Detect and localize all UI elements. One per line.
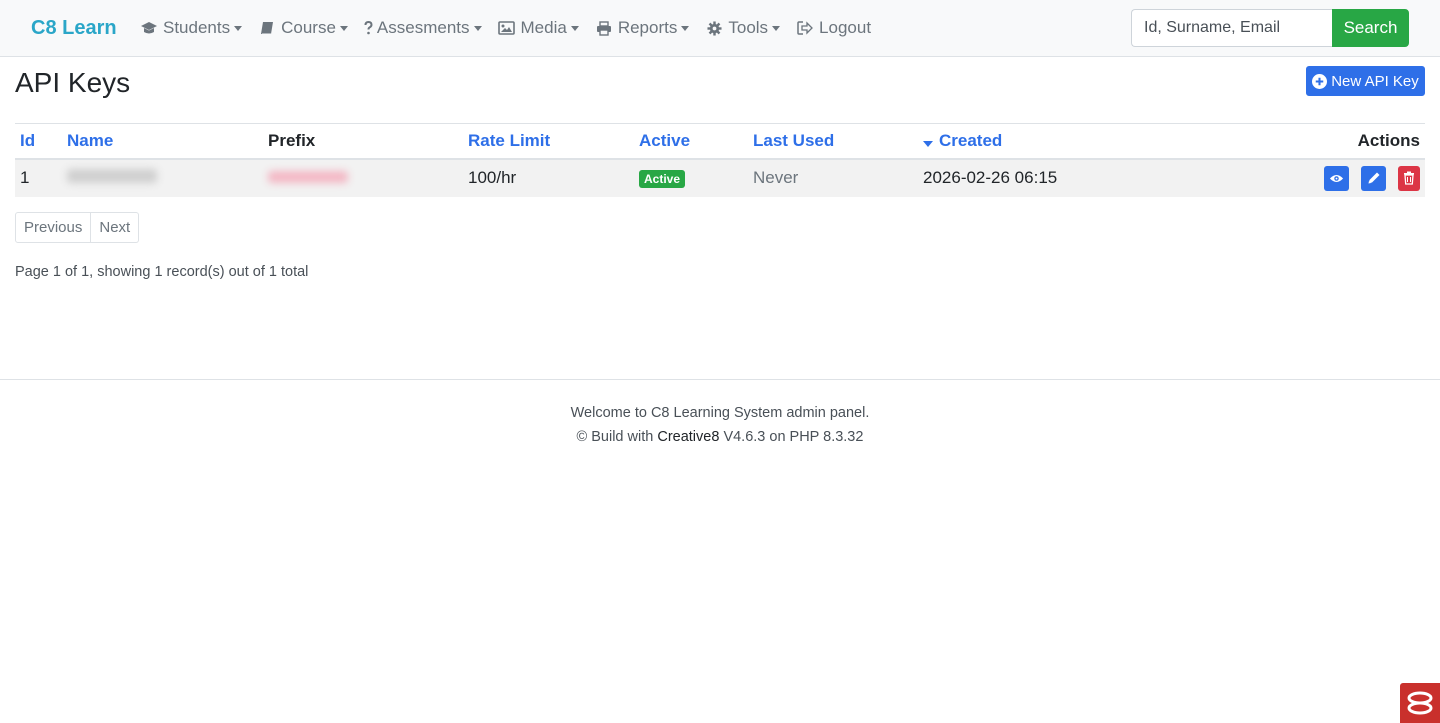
chevron-down-icon xyxy=(339,25,348,31)
question-icon xyxy=(364,19,374,37)
footer-build: © Build with Creative8 V4.6.3 on PHP 8.3… xyxy=(0,425,1440,449)
pencil-icon xyxy=(1368,172,1379,184)
print-icon xyxy=(595,19,613,37)
chevron-down-icon xyxy=(234,25,243,31)
cell-last-used: Never xyxy=(748,158,918,197)
cell-actions xyxy=(1118,158,1425,197)
cell-rate-limit: 100/hr xyxy=(463,158,634,197)
cell-prefix xyxy=(263,158,463,197)
search-button[interactable]: Search xyxy=(1332,9,1409,47)
column-header-id[interactable]: Id xyxy=(15,123,62,160)
pagination: Previous Next xyxy=(15,212,140,243)
column-header-created[interactable]: Created xyxy=(918,123,1118,160)
nav-item-logout[interactable]: Logout xyxy=(796,16,871,40)
graduation-cap-icon xyxy=(140,19,158,37)
creative8-logo-icon xyxy=(1407,691,1433,715)
new-api-key-label: New API Key xyxy=(1331,72,1419,90)
search-form: Search xyxy=(1131,9,1409,47)
nav-item-label: Tools xyxy=(728,18,769,37)
main-nav: Students Course Assesments Media Reports… xyxy=(140,16,887,40)
nav-item-label: Logout xyxy=(819,18,872,37)
footer-brand-link[interactable]: Creative8 xyxy=(657,429,719,445)
api-keys-table: Id Name Prefix Rate Limit Active Last Us… xyxy=(15,123,1425,197)
top-navbar: C8 Learn Students Course Assesments Medi… xyxy=(0,0,1440,57)
edit-button[interactable] xyxy=(1361,165,1386,191)
nav-item-reports[interactable]: Reports xyxy=(595,16,690,40)
brand-logo[interactable]: C8 Learn xyxy=(31,14,117,42)
chevron-down-icon xyxy=(681,25,690,31)
page-title: API Keys xyxy=(15,67,131,98)
column-header-active[interactable]: Active xyxy=(634,123,748,160)
search-input[interactable] xyxy=(1131,9,1332,47)
nav-item-label: Course xyxy=(281,18,336,37)
footer-build-suffix: V4.6.3 on PHP 8.3.32 xyxy=(723,429,864,445)
book-icon xyxy=(258,19,276,37)
nav-item-tools[interactable]: Tools xyxy=(705,16,781,40)
next-page-button[interactable]: Next xyxy=(91,212,140,243)
page-info: Page 1 of 1, showing 1 record(s) out of … xyxy=(15,264,309,280)
column-header-name[interactable]: Name xyxy=(62,123,263,160)
nav-item-students[interactable]: Students xyxy=(140,16,243,40)
cell-name xyxy=(62,158,263,197)
column-header-actions: Actions xyxy=(1118,123,1425,160)
footer-welcome: Welcome to C8 Learning System admin pane… xyxy=(570,405,870,421)
nav-item-label: Media xyxy=(520,18,567,37)
gear-icon xyxy=(705,19,723,37)
redacted-name xyxy=(67,169,157,183)
row-actions xyxy=(1123,165,1420,191)
previous-page-button[interactable]: Previous xyxy=(15,212,92,243)
eye-icon xyxy=(1329,174,1344,182)
column-header-created-label: Created xyxy=(939,130,1003,150)
status-badge: Active xyxy=(639,170,686,188)
chevron-down-icon xyxy=(772,25,781,31)
column-header-rate-limit[interactable]: Rate Limit xyxy=(463,123,634,160)
redacted-prefix xyxy=(268,171,348,183)
cell-id: 1 xyxy=(15,158,62,197)
nav-item-course[interactable]: Course xyxy=(258,16,348,40)
table-row: 1 100/hr Active Never 2026-02-26 06:15 xyxy=(15,158,1425,197)
plus-circle-icon xyxy=(1312,73,1328,89)
sign-out-icon xyxy=(796,19,814,37)
new-api-key-button[interactable]: New API Key xyxy=(1306,66,1425,96)
nav-item-assesments[interactable]: Assesments xyxy=(364,16,482,40)
chevron-down-icon xyxy=(473,25,482,31)
nav-item-label: Assesments xyxy=(376,18,470,37)
column-header-last-used[interactable]: Last Used xyxy=(748,123,918,160)
view-button[interactable] xyxy=(1324,165,1349,191)
cell-active: Active xyxy=(634,158,748,197)
chevron-down-icon xyxy=(570,25,579,31)
nav-item-label: Students xyxy=(163,18,231,37)
delete-button[interactable] xyxy=(1398,165,1420,191)
trash-icon xyxy=(1404,171,1414,185)
footer-build-prefix: © Build with xyxy=(576,429,654,445)
sort-desc-icon xyxy=(923,141,933,148)
nav-item-media[interactable]: Media xyxy=(498,16,579,40)
cell-created: 2026-02-26 06:15 xyxy=(918,158,1118,197)
table-header-row: Id Name Prefix Rate Limit Active Last Us… xyxy=(15,123,1425,160)
footer: Welcome to C8 Learning System admin pane… xyxy=(0,379,1440,449)
column-header-prefix: Prefix xyxy=(263,123,463,160)
image-icon xyxy=(498,19,516,37)
nav-item-label: Reports xyxy=(617,18,678,37)
corner-widget-logo[interactable] xyxy=(1400,683,1440,723)
